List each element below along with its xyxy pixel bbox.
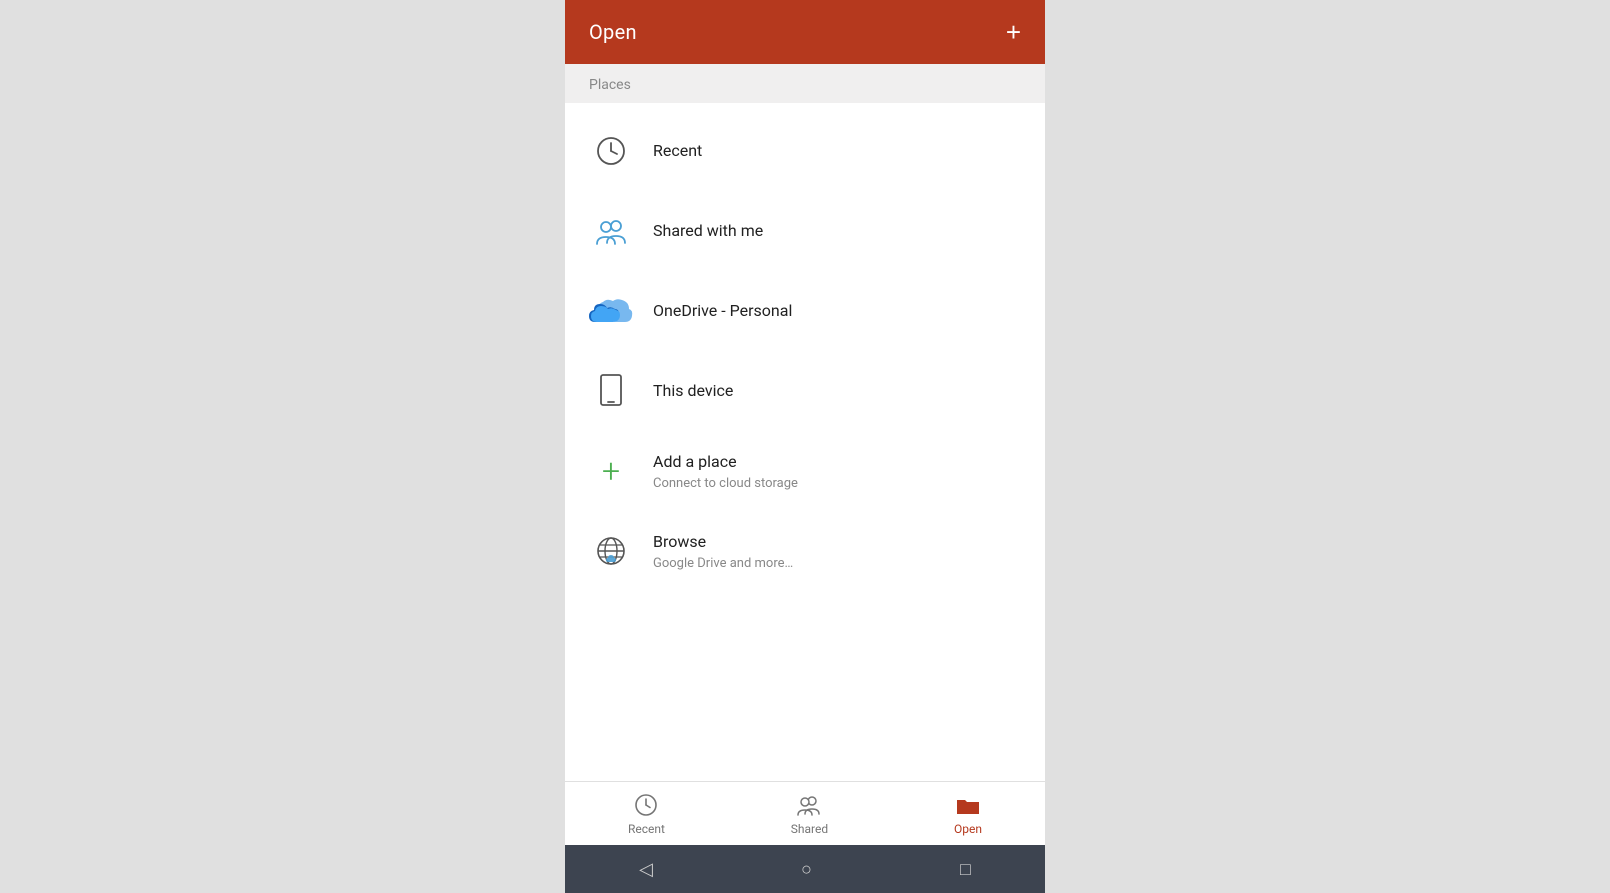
recent-label: Recent <box>653 140 702 162</box>
menu-item-add-place[interactable]: + Add a place Connect to cloud storage <box>565 431 1045 511</box>
globe-icon <box>589 529 633 573</box>
system-home-button[interactable]: ○ <box>801 859 812 880</box>
phone-container: Open + Places Recent <box>565 0 1045 893</box>
people-icon <box>589 209 633 253</box>
add-place-text: Add a place Connect to cloud storage <box>653 451 798 490</box>
places-section: Places <box>565 64 1045 103</box>
nav-open-label: Open <box>954 822 982 836</box>
menu-item-shared-with-me[interactable]: Shared with me <box>565 191 1045 271</box>
menu-item-browse[interactable]: Browse Google Drive and more… <box>565 511 1045 591</box>
shared-with-me-text: Shared with me <box>653 220 763 242</box>
add-place-icon: + <box>589 449 633 493</box>
this-device-label: This device <box>653 380 733 402</box>
nav-shared-icon <box>796 792 822 818</box>
add-button[interactable]: + <box>1006 19 1021 45</box>
onedrive-label: OneDrive - Personal <box>653 300 792 322</box>
nav-recent-label: Recent <box>628 822 665 836</box>
menu-list: Recent Shared with me <box>565 103 1045 781</box>
browse-label: Browse <box>653 531 793 553</box>
menu-item-this-device[interactable]: This device <box>565 351 1045 431</box>
nav-item-open[interactable]: Open <box>930 784 1006 844</box>
recent-text: Recent <box>653 140 702 162</box>
browse-sublabel: Google Drive and more… <box>653 556 793 571</box>
browse-text: Browse Google Drive and more… <box>653 531 793 570</box>
nav-shared-label: Shared <box>791 822 828 836</box>
add-place-sublabel: Connect to cloud storage <box>653 476 798 491</box>
this-device-text: This device <box>653 380 733 402</box>
clock-icon <box>589 129 633 173</box>
places-label: Places <box>589 77 631 93</box>
nav-item-shared[interactable]: Shared <box>767 784 852 844</box>
shared-with-me-label: Shared with me <box>653 220 763 242</box>
system-recents-button[interactable]: □ <box>960 859 971 880</box>
header: Open + <box>565 0 1045 64</box>
nav-open-icon <box>955 792 981 818</box>
device-icon <box>589 369 633 413</box>
header-title: Open <box>589 20 637 44</box>
system-bar: ◁ ○ □ <box>565 845 1045 893</box>
add-place-label: Add a place <box>653 451 798 473</box>
onedrive-text: OneDrive - Personal <box>653 300 792 322</box>
nav-recent-icon <box>633 792 659 818</box>
onedrive-cloud-icon <box>589 289 633 333</box>
menu-item-onedrive[interactable]: OneDrive - Personal <box>565 271 1045 351</box>
menu-item-recent[interactable]: Recent <box>565 111 1045 191</box>
nav-item-recent[interactable]: Recent <box>604 784 689 844</box>
bottom-nav: Recent Shared Open <box>565 781 1045 845</box>
system-back-button[interactable]: ◁ <box>639 859 653 880</box>
